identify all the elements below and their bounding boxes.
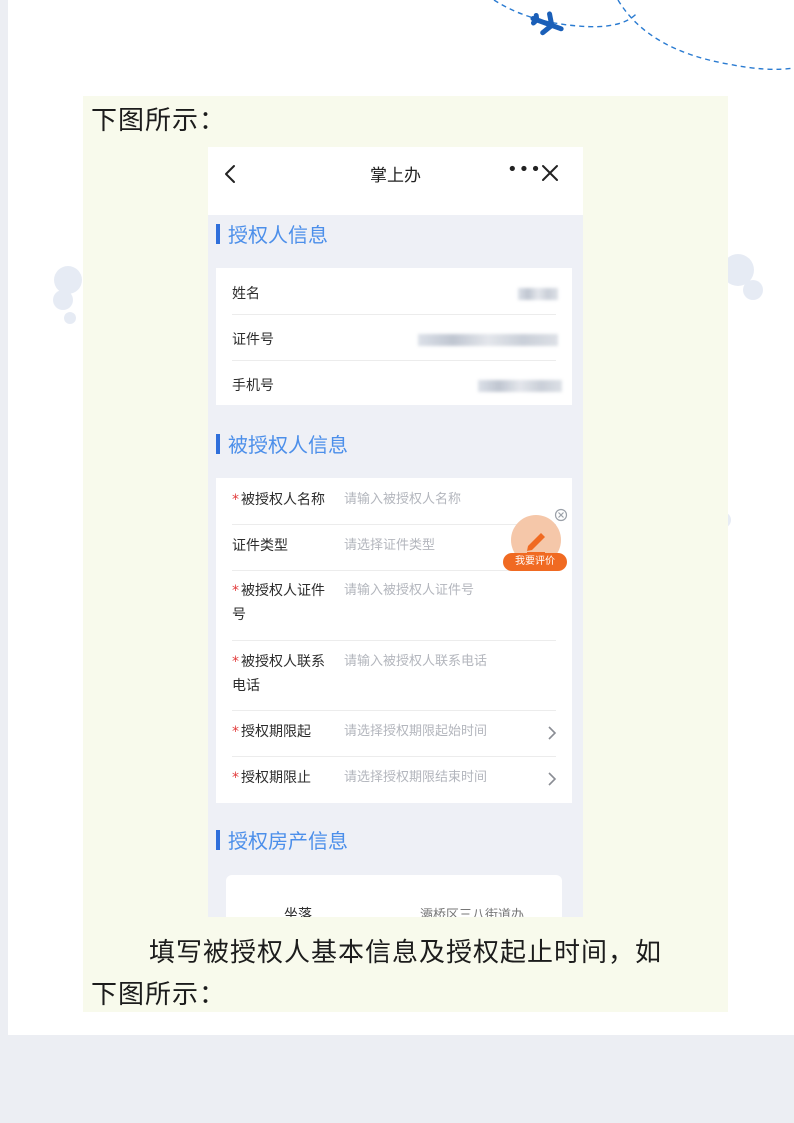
field-label-id-number: * 被授权人证件号: [232, 583, 325, 623]
evaluate-label: 我要评价: [503, 553, 567, 571]
info-row-phone: 手机号: [232, 360, 562, 406]
section-title-property: 授权房产信息: [216, 825, 348, 854]
evaluate-button[interactable]: 我要评价: [503, 515, 567, 575]
close-icon[interactable]: [540, 163, 560, 183]
section-bar-icon: [216, 433, 220, 454]
divider: [232, 710, 556, 711]
app-header: 掌上办 •••: [208, 147, 583, 215]
redacted-value: [418, 334, 558, 346]
section-bar-icon: [216, 223, 220, 244]
row-label: 手机号: [232, 378, 274, 394]
grantor-card: 姓名 证件号 手机号: [216, 268, 572, 405]
airplane-icon: [530, 11, 564, 36]
divider: [232, 640, 556, 641]
divider: [232, 756, 556, 757]
chevron-right-icon[interactable]: [546, 770, 558, 788]
info-row-id: 证件号: [232, 314, 558, 360]
address-value: 灞桥区三八街道办: [420, 908, 525, 917]
section-title-grantee: 被授权人信息: [216, 429, 348, 458]
chevron-right-icon[interactable]: [546, 724, 558, 742]
section-bar-icon: [216, 829, 220, 850]
section-title-text: 授权房产信息: [228, 829, 348, 853]
field-label-phone: * 被授权人联系电话: [232, 654, 325, 694]
redacted-value: [518, 288, 558, 300]
field-label-name: * 被授权人名称: [232, 492, 325, 508]
field-label-end: * 授权期限止: [232, 770, 311, 786]
phone-input[interactable]: 请输入被授权人联系电话: [344, 650, 487, 674]
row-label: 证件号: [232, 332, 274, 348]
info-row-name: 姓名: [232, 268, 558, 314]
section-title-grantor: 授权人信息: [216, 219, 328, 248]
id-number-input[interactable]: 请输入被授权人证件号: [344, 579, 474, 603]
flight-path-line: [617, 0, 794, 71]
field-label-start: * 授权期限起: [232, 724, 311, 740]
row-label: 姓名: [232, 286, 260, 302]
id-type-select[interactable]: 请选择证件类型: [344, 534, 435, 558]
paragraph-text-cont: 下图所示：: [91, 980, 227, 1010]
caption-text: 下图所示：: [91, 106, 227, 136]
more-icon[interactable]: •••: [507, 159, 542, 180]
name-input[interactable]: 请输入被授权人名称: [344, 488, 461, 512]
paragraph-text: 填写被授权人基本信息及授权起止时间，如: [149, 938, 663, 968]
address-label: 坐落: [284, 907, 312, 917]
field-label-id-type: 证件类型: [232, 538, 288, 554]
section-title-text: 被授权人信息: [228, 433, 348, 457]
document-page: 下图所示： 填写被授权人基本信息及授权起止时间，如 下图所示： 掌上办 ••• …: [8, 0, 794, 1035]
end-date-select[interactable]: 请选择授权期限结束时间: [344, 766, 487, 790]
app-screenshot: 掌上办 ••• 授权人信息 姓名 证件号 手机号 被授权人信息 * 被授权人名称…: [208, 147, 583, 917]
start-date-select[interactable]: 请选择授权期限起始时间: [344, 720, 487, 744]
section-title-text: 授权人信息: [228, 223, 328, 247]
flight-path-line: [493, 0, 639, 28]
redacted-value: [478, 380, 562, 392]
